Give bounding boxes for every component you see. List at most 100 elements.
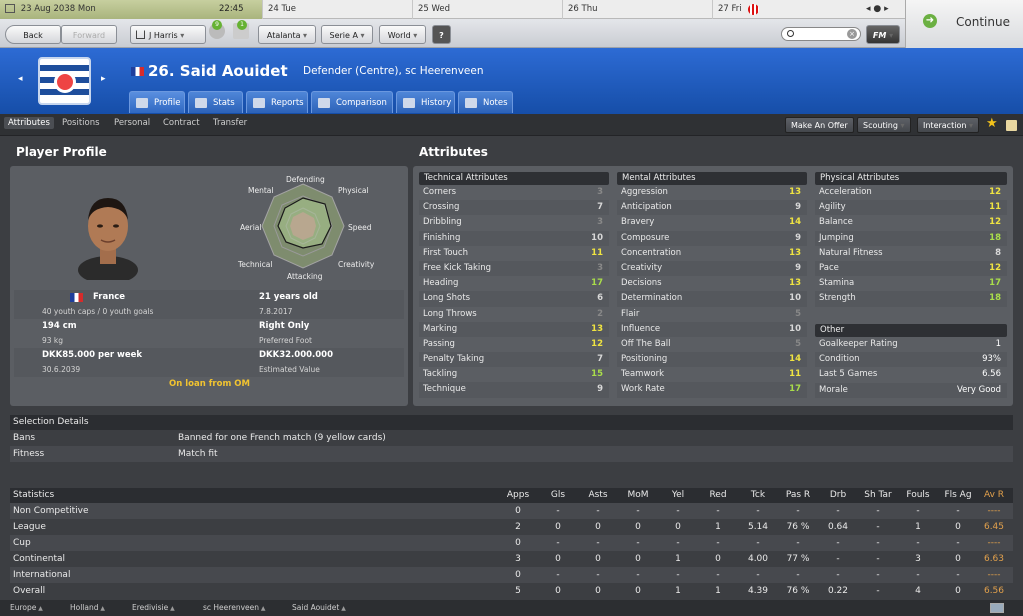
tab-reports[interactable]: Reports [246, 91, 308, 113]
attribute-row[interactable]: Creativity 9 [617, 260, 807, 277]
attribute-row[interactable]: Concentration 13 [617, 246, 807, 261]
attribute-row[interactable]: Flair 5 [617, 307, 807, 322]
fm-menu[interactable]: FM [866, 25, 900, 44]
tab-comparison[interactable]: Comparison [311, 91, 393, 113]
attribute-row[interactable]: Composure 9 [617, 230, 807, 246]
attribute-row[interactable]: Off The Ball 5 [617, 337, 807, 352]
calendar-today[interactable]: 23 Aug 2038 Mon 22:45 [0, 0, 262, 19]
attribute-row[interactable]: Jumping 18 [815, 230, 1007, 246]
subnav-positions[interactable]: Positions [62, 118, 100, 128]
attribute-row[interactable]: Goalkeeper Rating 1 [815, 337, 1007, 352]
inbox-icon[interactable]: 9 [209, 20, 225, 39]
shortlist-star-icon[interactable]: ★ [986, 117, 998, 131]
stat-row[interactable]: Non Competitive 0- - - - - - - - - - - ---- [10, 503, 1013, 519]
world-menu[interactable]: World [379, 25, 426, 44]
loan-status[interactable]: On loan from OM [169, 379, 250, 389]
stat-column-header[interactable]: Fls Ag [938, 488, 978, 503]
stat-column-header[interactable]: Av R [974, 488, 1014, 503]
breadcrumb-club[interactable]: sc Heerenveen [203, 600, 266, 616]
attribute-row[interactable]: Condition 93% [815, 352, 1007, 368]
breadcrumb-eredivisie[interactable]: Eredivisie [132, 600, 175, 616]
attribute-row[interactable]: Bravery 14 [617, 215, 807, 230]
attribute-row[interactable]: Positioning 14 [617, 352, 807, 368]
attribute-row[interactable]: First Touch 11 [419, 246, 609, 261]
attribute-row[interactable]: Strength 18 [815, 291, 1007, 307]
prev-player-icon[interactable]: ◂ [18, 74, 23, 84]
attribute-row[interactable]: Free Kick Taking 3 [419, 260, 609, 277]
subnav-transfer[interactable]: Transfer [213, 118, 247, 128]
calendar-nav-icon[interactable]: ◂ ● ▸ [866, 0, 889, 19]
calendar-day[interactable]: 25 Wed [412, 0, 562, 19]
match-club-icon[interactable] [748, 4, 759, 15]
manager-menu[interactable]: J Harris [130, 25, 206, 44]
nationality[interactable]: France [93, 292, 125, 302]
attribute-row[interactable]: Pace 12 [815, 260, 1007, 277]
attribute-row[interactable]: Natural Fitness 8 [815, 246, 1007, 261]
make-offer-button[interactable]: Make An Offer [785, 117, 854, 133]
search-input[interactable]: × [781, 27, 861, 41]
attribute-row[interactable]: Heading 17 [419, 276, 609, 291]
attribute-row[interactable]: Tackling 15 [419, 367, 609, 382]
league-menu[interactable]: Serie A [321, 25, 373, 44]
attribute-row[interactable]: Decisions 13 [617, 276, 807, 291]
scouting-menu[interactable]: Scouting [857, 117, 911, 133]
attribute-row[interactable]: Stamina 17 [815, 276, 1007, 291]
attribute-row[interactable]: Dribbling 3 [419, 215, 609, 230]
attribute-row[interactable]: Influence 10 [617, 321, 807, 337]
back-button[interactable]: Back [5, 25, 61, 44]
attribute-row[interactable]: Finishing 10 [419, 230, 609, 246]
help-button[interactable]: ? [432, 25, 451, 44]
tab-notes[interactable]: Notes [458, 91, 513, 113]
attribute-row[interactable]: Crossing 7 [419, 200, 609, 216]
attribute-row[interactable]: Penalty Taking 7 [419, 352, 609, 368]
attribute-row[interactable]: Technique 9 [419, 382, 609, 398]
stat-row[interactable]: International 0- - - - - - - - - - - ---- [10, 567, 1013, 583]
attribute-row[interactable]: Agility 11 [815, 200, 1007, 216]
breadcrumb-holland[interactable]: Holland [70, 600, 105, 616]
stat-row[interactable]: League 2 0 0 0 0 1 5.14 76 % 0.64 - 1 0 6.45 [10, 519, 1013, 535]
stat-column-header[interactable]: Asts [578, 488, 618, 503]
stat-row[interactable]: Continental 3 0 0 0 1 0 4.00 77 % - - 3 0 6.63 [10, 551, 1013, 567]
notes-add-icon[interactable] [1006, 120, 1017, 131]
screen-options-icon[interactable] [990, 603, 1004, 613]
stat-row[interactable]: Overall 5 0 0 0 1 1 4.39 76 % 0.22 - 4 0 6.56 [10, 583, 1013, 599]
tasks-icon[interactable]: 1 [233, 20, 249, 39]
next-player-icon[interactable]: ▸ [101, 74, 106, 84]
continue-button[interactable]: ➜ Continue [905, 0, 1023, 48]
attribute-row[interactable]: Corners 3 [419, 185, 609, 200]
forward-button[interactable]: Forward [61, 25, 117, 44]
subnav-personal[interactable]: Personal [114, 118, 150, 128]
tab-history[interactable]: History [396, 91, 455, 113]
breadcrumb-player[interactable]: Said Aouidet [292, 600, 346, 616]
calendar-day[interactable]: 24 Tue [262, 0, 412, 19]
stat-column-header[interactable]: Red [698, 488, 738, 503]
stat-column-header[interactable]: MoM [618, 488, 658, 503]
attribute-row[interactable]: Long Shots 6 [419, 291, 609, 307]
attribute-row[interactable]: Marking 13 [419, 321, 609, 337]
attribute-row[interactable]: Acceleration 12 [815, 185, 1007, 200]
stat-column-header[interactable]: Apps [498, 488, 538, 503]
stat-column-header[interactable]: Tck [738, 488, 778, 503]
breadcrumb-europe[interactable]: Europe [10, 600, 43, 616]
attribute-row[interactable]: Balance 12 [815, 215, 1007, 230]
stat-column-header[interactable]: Gls [538, 488, 578, 503]
attribute-row[interactable]: Morale Very Good [815, 382, 1007, 398]
stat-column-header[interactable]: Sh Tar [858, 488, 898, 503]
attribute-row[interactable]: Long Throws 2 [419, 307, 609, 322]
attribute-row[interactable]: Anticipation 9 [617, 200, 807, 216]
stat-column-header[interactable]: Drb [818, 488, 858, 503]
attribute-row[interactable]: Aggression 13 [617, 185, 807, 200]
team-menu[interactable]: Atalanta [258, 25, 316, 44]
calendar-day[interactable]: 27 Fri [712, 0, 860, 19]
stat-column-header[interactable]: Fouls [898, 488, 938, 503]
attribute-row[interactable]: Teamwork 11 [617, 367, 807, 382]
tab-profile[interactable]: Profile [129, 91, 185, 113]
attribute-row[interactable]: Last 5 Games 6.56 [815, 367, 1007, 382]
subnav-contract[interactable]: Contract [163, 118, 200, 128]
stat-column-header[interactable]: Yel [658, 488, 698, 503]
subnav-attributes[interactable]: Attributes [4, 117, 54, 129]
tab-stats[interactable]: Stats [188, 91, 243, 113]
attribute-row[interactable]: Determination 10 [617, 291, 807, 307]
stat-column-header[interactable]: Pas R [778, 488, 818, 503]
interaction-menu[interactable]: Interaction [917, 117, 979, 133]
